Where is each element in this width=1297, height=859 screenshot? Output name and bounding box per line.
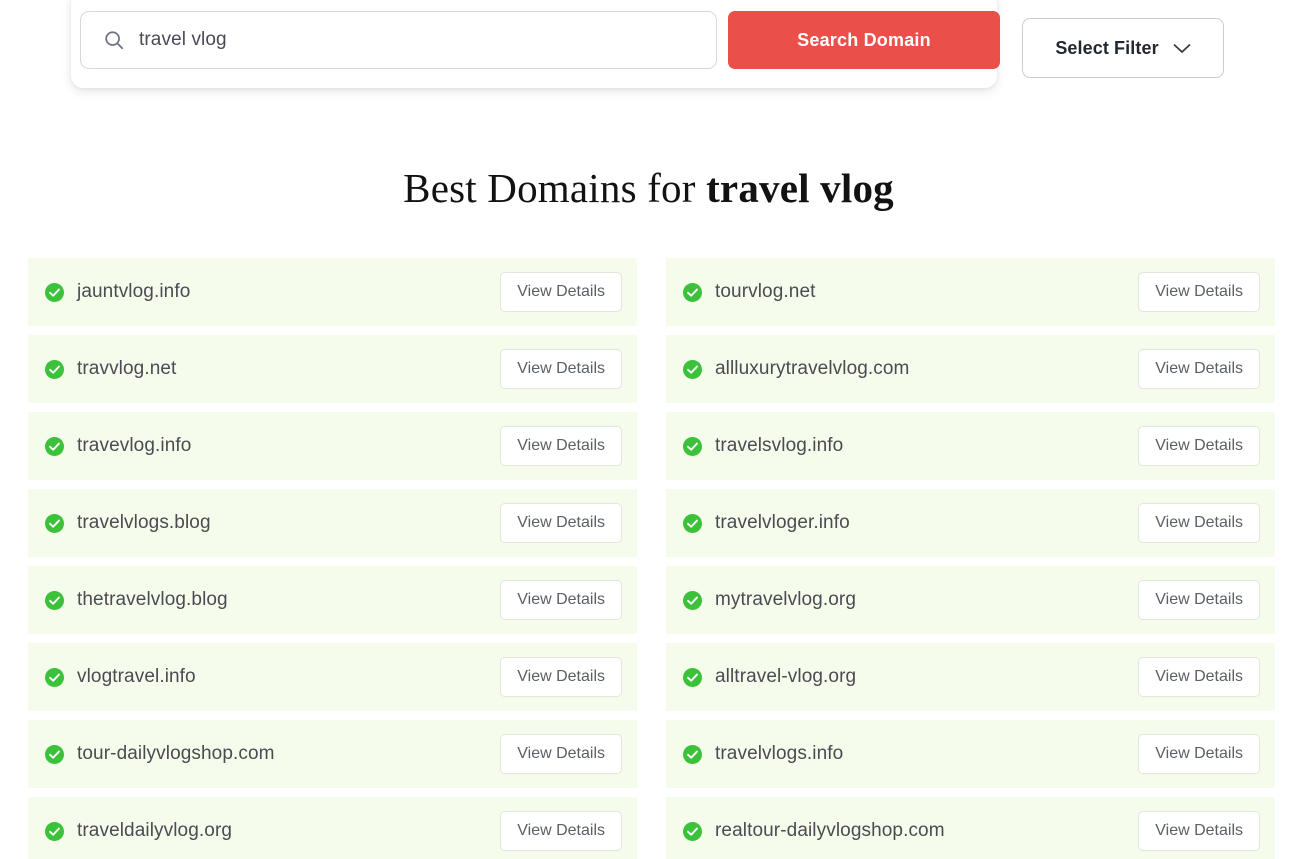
view-details-button[interactable]: View Details	[500, 657, 622, 697]
domain-name: thetravelvlog.blog	[77, 589, 228, 610]
view-details-button[interactable]: View Details	[500, 811, 622, 851]
domain-row: travelvlogs.info View Details	[666, 720, 1275, 788]
view-details-button[interactable]: View Details	[500, 734, 622, 774]
check-circle-icon	[45, 436, 64, 456]
check-circle-icon	[45, 744, 64, 764]
domain-row: allluxurytravelvlog.com View Details	[666, 335, 1275, 403]
domain-name: vlogtravel.info	[77, 666, 196, 687]
check-circle-icon	[45, 359, 64, 379]
check-circle-icon	[683, 282, 702, 302]
check-circle-icon	[45, 590, 64, 610]
domain-name: travelvlogs.blog	[77, 512, 211, 533]
view-details-button[interactable]: View Details	[1138, 272, 1260, 312]
domain-row: travelsvlog.info View Details	[666, 412, 1275, 480]
domain-name: travelvlogs.info	[715, 743, 844, 764]
domain-name: mytravelvlog.org	[715, 589, 856, 610]
page-title: Best Domains for travel vlog	[0, 164, 1297, 212]
view-details-button[interactable]: View Details	[1138, 657, 1260, 697]
view-details-button[interactable]: View Details	[500, 426, 622, 466]
check-circle-icon	[683, 667, 702, 687]
check-circle-icon	[45, 513, 64, 533]
domain-name: travelsvlog.info	[715, 435, 844, 456]
domain-row: travelvloger.info View Details	[666, 489, 1275, 557]
domain-row: mytravelvlog.org View Details	[666, 566, 1275, 634]
domain-name: tour-dailyvlogshop.com	[77, 743, 275, 764]
domain-row: jauntvlog.info View Details	[28, 258, 637, 326]
check-circle-icon	[45, 821, 64, 841]
view-details-button[interactable]: View Details	[1138, 503, 1260, 543]
domain-name: travvlog.net	[77, 358, 177, 379]
search-input[interactable]	[139, 12, 716, 68]
select-filter-label: Select Filter	[1055, 37, 1159, 58]
domain-name: jauntvlog.info	[77, 281, 191, 302]
check-circle-icon	[45, 667, 64, 687]
domain-row: vlogtravel.info View Details	[28, 643, 637, 711]
domain-name: travelvloger.info	[715, 512, 850, 533]
view-details-button[interactable]: View Details	[1138, 734, 1260, 774]
page-title-prefix: Best Domains for	[403, 165, 707, 211]
search-icon	[105, 31, 124, 50]
domain-row: thetravelvlog.blog View Details	[28, 566, 637, 634]
domain-name: traveldailyvlog.org	[77, 820, 233, 841]
view-details-button[interactable]: View Details	[500, 272, 622, 312]
check-circle-icon	[683, 821, 702, 841]
select-filter-button[interactable]: Select Filter	[1022, 18, 1224, 78]
domain-name: alltravel-vlog.org	[715, 666, 857, 687]
view-details-button[interactable]: View Details	[1138, 811, 1260, 851]
domain-row: tour-dailyvlogshop.com View Details	[28, 720, 637, 788]
page-title-keyword: travel vlog	[706, 165, 894, 211]
check-circle-icon	[683, 436, 702, 456]
domain-row: traveldailyvlog.org View Details	[28, 797, 637, 859]
check-circle-icon	[683, 744, 702, 764]
domain-row: travevlog.info View Details	[28, 412, 637, 480]
view-details-button[interactable]: View Details	[1138, 426, 1260, 466]
domain-name: realtour-dailyvlogshop.com	[715, 820, 945, 841]
domain-row: realtour-dailyvlogshop.com View Details	[666, 797, 1275, 859]
domain-row: tourvlog.net View Details	[666, 258, 1275, 326]
domain-row: travelvlogs.blog View Details	[28, 489, 637, 557]
check-circle-icon	[683, 359, 702, 379]
domain-row: travvlog.net View Details	[28, 335, 637, 403]
view-details-button[interactable]: View Details	[1138, 580, 1260, 620]
search-zone: Search Domain Select Filter	[0, 0, 1297, 96]
domain-name: tourvlog.net	[715, 281, 816, 302]
check-circle-icon	[683, 513, 702, 533]
search-card: Search Domain	[71, 0, 1000, 88]
domain-row: alltravel-vlog.org View Details	[666, 643, 1275, 711]
domain-name: travevlog.info	[77, 435, 192, 456]
search-input-wrapper[interactable]	[80, 11, 717, 69]
domain-results-grid: jauntvlog.info View Details tourvlog.net Vi…	[0, 258, 1297, 859]
view-details-button[interactable]: View Details	[500, 503, 622, 543]
chevron-down-icon	[1173, 43, 1191, 53]
check-circle-icon	[683, 590, 702, 610]
view-details-button[interactable]: View Details	[500, 349, 622, 389]
view-details-button[interactable]: View Details	[1138, 349, 1260, 389]
view-details-button[interactable]: View Details	[500, 580, 622, 620]
search-domain-button[interactable]: Search Domain	[728, 11, 1000, 69]
check-circle-icon	[45, 282, 64, 302]
domain-name: allluxurytravelvlog.com	[715, 358, 910, 379]
